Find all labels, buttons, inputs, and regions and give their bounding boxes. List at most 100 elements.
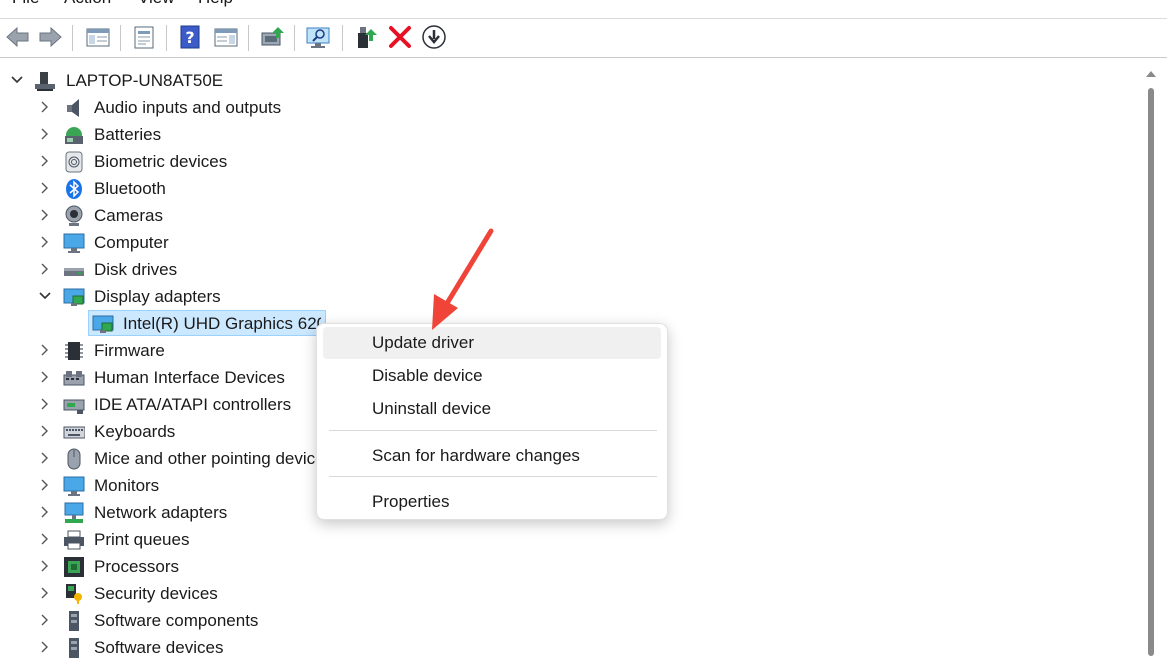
tree-item-software-components[interactable]: Software components <box>0 607 1100 634</box>
display-adapter-icon <box>92 313 114 335</box>
tree-item-bluetooth[interactable]: Bluetooth <box>0 175 1100 202</box>
scan-hardware-menu-item[interactable]: Scan for hardware changes <box>323 440 661 472</box>
tree-item-label: Batteries <box>94 125 162 144</box>
tree-item-software-devices[interactable]: Software devices <box>0 634 1100 661</box>
tree-item-label: Bluetooth <box>94 179 166 198</box>
disable-device-menu-item[interactable]: Disable device <box>323 360 661 392</box>
menu-item-label: Properties <box>372 492 450 511</box>
tree-item-processors[interactable]: Processors <box>0 553 1100 580</box>
properties-menu-item[interactable]: Properties <box>323 486 661 518</box>
tree-item-label: Display adapters <box>94 287 221 306</box>
chevron-right-icon[interactable] <box>38 559 52 573</box>
tree-item-label: Firmware <box>94 341 165 360</box>
security-key-icon <box>63 583 85 605</box>
toolbar-separator <box>342 25 343 51</box>
uninstall-icon[interactable] <box>386 23 414 51</box>
action-pane-icon[interactable] <box>212 23 240 51</box>
tree-item-label: Monitors <box>94 476 160 495</box>
chevron-right-icon[interactable] <box>38 127 52 141</box>
tree-root[interactable]: LAPTOP-UN8AT50E <box>0 67 1100 94</box>
help-icon[interactable]: ? <box>176 23 204 51</box>
chevron-right-icon[interactable] <box>38 424 52 438</box>
update-driver-menu-item[interactable]: Update driver <box>323 327 661 359</box>
menu-item-label: Scan for hardware changes <box>372 446 580 465</box>
toolbar-separator <box>72 25 73 51</box>
speaker-icon <box>63 97 85 119</box>
show-hide-tree-icon[interactable] <box>84 23 112 51</box>
chevron-right-icon[interactable] <box>38 478 52 492</box>
context-menu: Update driver Disable device Uninstall d… <box>316 323 668 520</box>
disk-drive-icon <box>63 259 85 281</box>
display-adapter-icon <box>63 286 85 308</box>
tree-item-print-queues[interactable]: Print queues <box>0 526 1100 553</box>
tree-item-biometric[interactable]: Biometric devices <box>0 148 1100 175</box>
toolbar-separator <box>120 25 121 51</box>
chevron-down-icon[interactable] <box>38 289 52 303</box>
chevron-right-icon[interactable] <box>38 532 52 546</box>
chevron-right-icon[interactable] <box>38 451 52 465</box>
chevron-right-icon[interactable] <box>38 181 52 195</box>
webcam-icon <box>63 205 85 227</box>
tree-item-label: Biometric devices <box>94 152 228 171</box>
chevron-down-icon[interactable] <box>10 73 24 87</box>
chevron-right-icon[interactable] <box>38 343 52 357</box>
tree-item-label: Network adapters <box>94 503 228 522</box>
update-driver-icon[interactable] <box>258 23 286 51</box>
monitor-icon <box>63 475 85 497</box>
scroll-up-arrow-icon[interactable] <box>1144 66 1158 77</box>
uninstall-device-menu-item[interactable]: Uninstall device <box>323 393 661 425</box>
tree-item-batteries[interactable]: Batteries <box>0 121 1100 148</box>
chevron-right-icon[interactable] <box>38 505 52 519</box>
tree-item-display-adapters[interactable]: Display adapters <box>0 283 1100 310</box>
printer-icon <box>63 529 85 551</box>
fingerprint-icon <box>63 151 85 173</box>
scrollbar-thumb[interactable] <box>1148 88 1154 656</box>
chevron-right-icon[interactable] <box>38 370 52 384</box>
enable-device-icon[interactable] <box>352 23 380 51</box>
chevron-right-icon[interactable] <box>38 586 52 600</box>
chevron-right-icon[interactable] <box>38 154 52 168</box>
software-component-icon <box>63 610 85 632</box>
tree-item-computer[interactable]: Computer <box>0 229 1100 256</box>
hid-icon <box>63 367 85 389</box>
tree-item-audio[interactable]: Audio inputs and outputs <box>0 94 1100 121</box>
toolbar: ? <box>0 18 1167 58</box>
tree-item-cameras[interactable]: Cameras <box>0 202 1100 229</box>
computer-root-icon <box>34 70 56 92</box>
tree-item-label: IDE ATA/ATAPI controllers <box>94 395 292 414</box>
chevron-right-icon[interactable] <box>38 208 52 222</box>
chevron-right-icon[interactable] <box>38 397 52 411</box>
tree-item-label: Software components <box>94 611 259 630</box>
tree-item-security-devices[interactable]: Security devices <box>0 580 1100 607</box>
tree-item-label: Keyboards <box>94 422 176 441</box>
chevron-right-icon[interactable] <box>38 613 52 627</box>
menu-help[interactable]: Help <box>198 0 233 12</box>
keyboard-icon <box>63 421 85 443</box>
tree-item-disk-drives[interactable]: Disk drives <box>0 256 1100 283</box>
tree-root-label: LAPTOP-UN8AT50E <box>66 71 224 90</box>
tree-item-label: Intel(R) UHD Graphics 620 <box>123 314 321 333</box>
chevron-right-icon[interactable] <box>38 100 52 114</box>
tree-item-label: Cameras <box>94 206 163 225</box>
toolbar-separator <box>248 25 249 51</box>
scan-hardware-icon[interactable] <box>304 23 332 51</box>
forward-icon[interactable] <box>36 23 64 51</box>
back-icon[interactable] <box>4 23 32 51</box>
properties-icon[interactable] <box>130 23 158 51</box>
chevron-right-icon[interactable] <box>38 262 52 276</box>
menu-action[interactable]: Action <box>64 0 111 12</box>
menu-view[interactable]: View <box>138 0 175 12</box>
chevron-right-icon[interactable] <box>38 235 52 249</box>
processor-icon <box>63 556 85 578</box>
tree-item-label: Mice and other pointing devices <box>94 449 316 468</box>
svg-text:?: ? <box>185 28 194 47</box>
chip-icon <box>63 340 85 362</box>
menu-bar: File Action View Help <box>0 0 1167 18</box>
tree-item-label: Human Interface Devices <box>94 368 285 387</box>
chevron-right-icon[interactable] <box>38 640 52 654</box>
menu-file[interactable]: File <box>12 0 39 12</box>
network-icon <box>63 502 85 524</box>
tree-item-label: Audio inputs and outputs <box>94 98 282 117</box>
disable-device-icon[interactable] <box>420 23 448 51</box>
menu-item-label: Disable device <box>372 366 483 385</box>
